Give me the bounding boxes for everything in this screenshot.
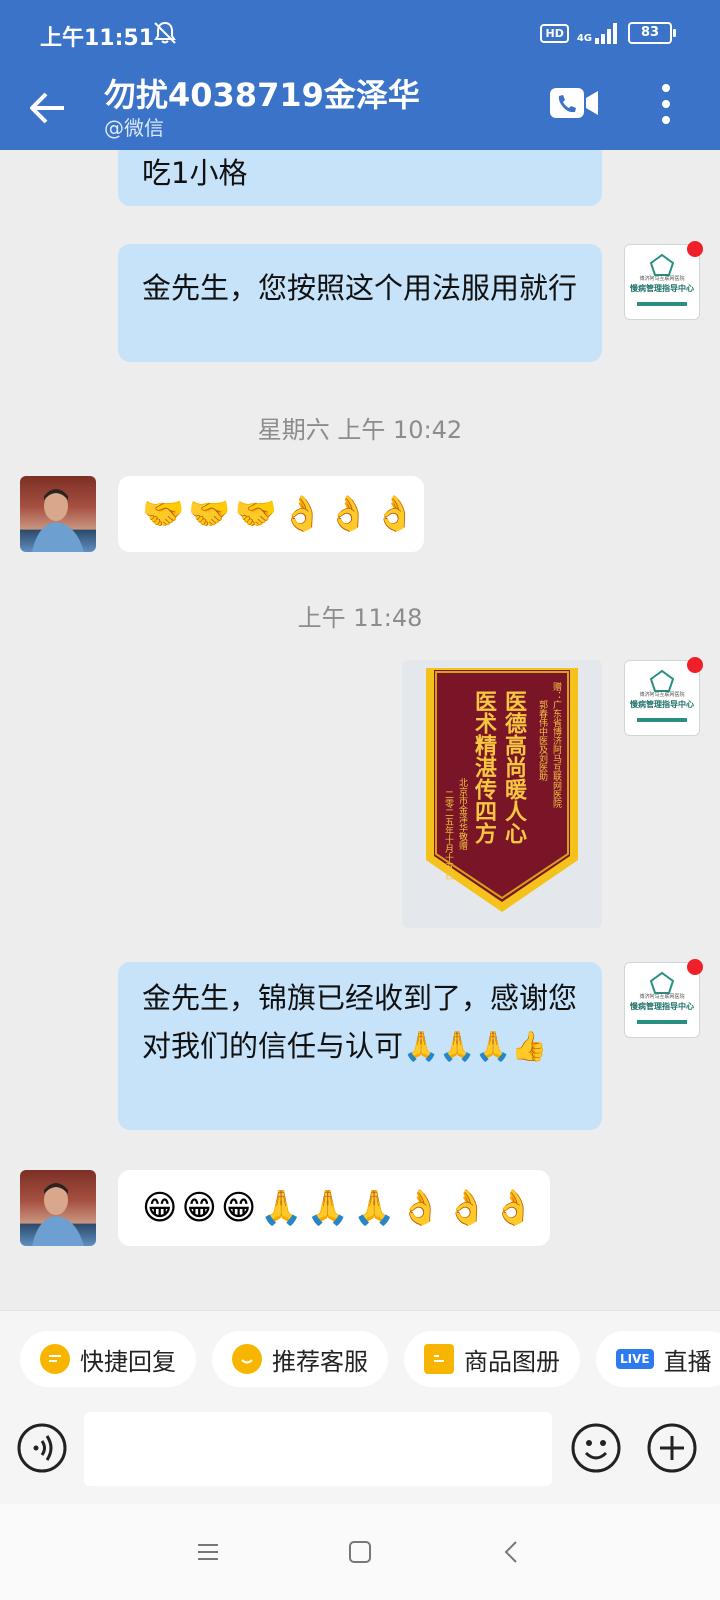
message-list[interactable]: 吃1小格 金先生，您按照这个用法服用就行 博济阿马互联网医院 慢病管理指导中心 … (0, 150, 720, 1310)
message-bubble-incoming[interactable]: 🤝 🤝 🤝 👌 👌 👌 (118, 476, 424, 552)
chip-label: 商品图册 (464, 1347, 560, 1376)
clinic-name: 博济阿马互联网医院 (639, 276, 685, 282)
input-bar (0, 1400, 720, 1504)
service-icon (232, 1344, 262, 1374)
self-avatar[interactable]: 博济阿马互联网医院 慢病管理指导中心 (624, 241, 703, 320)
contact-avatar[interactable] (20, 476, 96, 552)
ok-hand-emoji: 👌 (373, 494, 417, 534)
ok-hand-emoji: 👌 (327, 494, 370, 534)
chip-live[interactable]: LIVE 直播 (596, 1331, 720, 1387)
clinic-logo-icon (637, 971, 687, 1024)
status-bar: 上午11:51 HD 4G 83 (0, 0, 720, 68)
chat-header: 勿扰4038719金泽华 @微信 (0, 68, 720, 150)
network-type: 4G (576, 33, 592, 44)
banner-date: 二零二五年十月十五日 (443, 790, 453, 880)
emoji-row: 😁 😁 😁 🙏 🙏 🙏 👌 👌 👌 (142, 1180, 534, 1236)
contact-photo (32, 489, 84, 552)
clinic-center: 慢病管理指导中心 (630, 700, 694, 709)
emoji-icon[interactable] (570, 1422, 622, 1474)
pray-emoji: 🙏 (306, 1188, 350, 1228)
signal-icon (595, 23, 617, 44)
plus-icon[interactable] (646, 1422, 698, 1474)
grin-emoji: 😁 (220, 1188, 257, 1228)
pray-emoji: 🙏 (260, 1188, 303, 1228)
pray-emoji: 🙏 (353, 1188, 396, 1228)
message-bubble-incoming[interactable]: 😁 😁 😁 🙏 🙏 🙏 👌 👌 👌 (118, 1170, 550, 1246)
chip-label: 推荐客服 (272, 1347, 368, 1376)
chip-label: 直播 (663, 1347, 712, 1376)
chat-bubble-icon (40, 1344, 70, 1374)
chip-recommend-service[interactable]: 推荐客服 (212, 1331, 388, 1387)
chip-product-catalog[interactable]: 商品图册 (404, 1331, 580, 1387)
message-bubble-outgoing[interactable]: 金先生，您按照这个用法服用就行 (118, 244, 602, 362)
menu-icon[interactable] (196, 1540, 220, 1564)
more-options-icon[interactable] (658, 82, 674, 126)
emoji-row: 🤝 🤝 🤝 👌 👌 👌 (142, 486, 416, 542)
clinic-name: 博济阿马互联网医院 (639, 994, 685, 1000)
self-avatar[interactable]: 博济阿马互联网医院 慢病管理指导中心 (624, 657, 703, 736)
grin-emoji: 😁 (181, 1188, 217, 1228)
unread-dot (687, 959, 703, 975)
unread-dot (687, 657, 703, 673)
timestamp: 上午 11:48 (297, 604, 423, 632)
chip-label: 快捷回复 (80, 1347, 176, 1376)
ok-hand-emoji: 👌 (445, 1188, 489, 1228)
back-arrow-icon[interactable] (24, 84, 72, 132)
clinic-logo-icon (637, 253, 687, 306)
banner-main-line2: 医术精湛传四方 (471, 690, 496, 844)
ok-hand-emoji: 👌 (492, 1188, 535, 1228)
handshake-emoji: 🤝 (234, 494, 278, 534)
banner-main-line1: 医德高尚暖人心 (501, 690, 526, 844)
battery-indicator: 83 (628, 22, 676, 44)
message-bubble-outgoing[interactable]: 金先生，锦旗已经收到了，感谢您对我们的信任与认可🙏🙏🙏👍 (118, 962, 602, 1130)
banner-signature: 北京市金泽华敬赠 (457, 778, 467, 850)
self-avatar[interactable]: 博济阿马互联网医院 慢病管理指导中心 (624, 959, 703, 1038)
contact-photo (32, 1183, 84, 1246)
ok-hand-emoji: 👌 (281, 494, 324, 534)
banner-dedication: 赠：广东省博济阿马互联网医院 (551, 682, 561, 808)
clinic-name: 博济阿马互联网医院 (639, 692, 685, 698)
video-call-icon[interactable] (550, 86, 600, 120)
contact-avatar[interactable] (20, 1170, 96, 1246)
unread-dot (687, 241, 703, 257)
clinic-logo-icon (637, 669, 687, 722)
home-icon[interactable] (348, 1540, 372, 1564)
handshake-emoji: 🤝 (188, 494, 231, 534)
live-icon: LIVE (616, 1349, 654, 1369)
chip-quick-reply[interactable]: 快捷回复 (20, 1331, 196, 1387)
message-input[interactable] (84, 1412, 552, 1486)
grin-emoji: 😁 (142, 1188, 178, 1228)
handshake-emoji: 🤝 (142, 494, 185, 534)
status-time: 上午11:51 (40, 26, 155, 51)
banner-recipient: 郭春伟中医及刘医助 (537, 700, 547, 781)
voice-input-icon[interactable] (16, 1422, 68, 1474)
hd-badge: HD (540, 23, 569, 43)
timestamp: 星期六 上午 10:42 (257, 416, 463, 444)
system-nav-bar (0, 1504, 720, 1600)
chat-source: @微信 (104, 116, 164, 140)
notification-muted-icon (154, 21, 176, 44)
chat-title: 勿扰4038719金泽华 (104, 76, 420, 114)
image-message-banner[interactable]: 赠：广东省博济阿马互联网医院 郭春伟中医及刘医助 医德高尚暖人心 医术精湛传四方… (402, 660, 602, 928)
clinic-center: 慢病管理指导中心 (630, 284, 694, 293)
message-bubble-outgoing[interactable]: 吃1小格 (118, 150, 602, 206)
back-nav-icon[interactable] (500, 1540, 524, 1564)
clinic-center: 慢病管理指导中心 (630, 1002, 694, 1011)
ok-hand-emoji: 👌 (399, 1188, 442, 1228)
catalog-icon (424, 1344, 454, 1374)
quick-reply-bar[interactable]: 快捷回复 推荐客服 商品图册 LIVE 直播 (0, 1310, 720, 1401)
